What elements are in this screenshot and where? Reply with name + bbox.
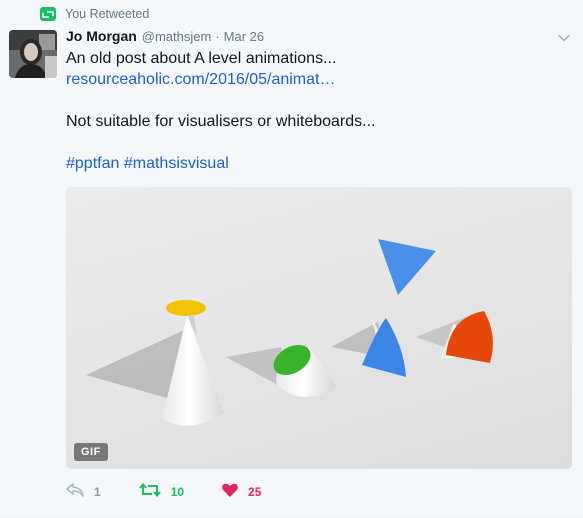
hashtag-mathsisvisual[interactable]: #mathsisvisual <box>124 155 229 172</box>
yellow-cross-section <box>166 300 206 316</box>
tweet-date[interactable]: Mar 26 <box>224 29 264 44</box>
retweet-icon <box>138 482 161 502</box>
tweet-line: An old post about A level animations... <box>66 50 337 67</box>
tweet-actions: 1 10 25 <box>66 482 299 502</box>
author-handle[interactable]: @mathsjem <box>142 29 212 44</box>
reply-count: 1 <box>94 485 101 499</box>
floating-blue-triangle <box>378 239 436 295</box>
red-cross-section <box>446 311 493 363</box>
tweet-header: Jo Morgan @mathsjem · Mar 26 <box>66 28 553 44</box>
avatar[interactable] <box>9 30 57 78</box>
separator: · <box>215 29 220 44</box>
heart-icon <box>222 483 238 502</box>
tweet-link[interactable]: resourceaholic.com/2016/05/animat… <box>66 71 335 88</box>
chevron-down-icon[interactable] <box>557 30 571 42</box>
reply-icon <box>66 482 84 502</box>
hashtag-pptfan[interactable]: #pptfan <box>66 155 119 172</box>
retweet-icon <box>40 7 56 21</box>
tweet-line: Not suitable for visualisers or whiteboa… <box>66 113 376 130</box>
reply-button[interactable]: 1 <box>66 482 101 502</box>
author-name[interactable]: Jo Morgan <box>66 28 137 44</box>
gif-badge: GIF <box>74 443 108 461</box>
tweet-text: An old post about A level animations... … <box>66 48 566 174</box>
like-button[interactable]: 25 <box>222 483 261 502</box>
retweet-count: 10 <box>170 485 185 499</box>
tweet-card[interactable]: You Retweeted Jo Morgan @mathsjem · Mar … <box>0 0 583 518</box>
retweet-context-label: You Retweeted <box>65 7 150 21</box>
cones-animation-frame <box>86 239 493 426</box>
retweet-button[interactable]: 10 <box>138 482 185 502</box>
gif-media[interactable]: GIF <box>66 187 572 469</box>
like-count: 25 <box>248 485 262 499</box>
retweet-context: You Retweeted <box>40 6 149 22</box>
